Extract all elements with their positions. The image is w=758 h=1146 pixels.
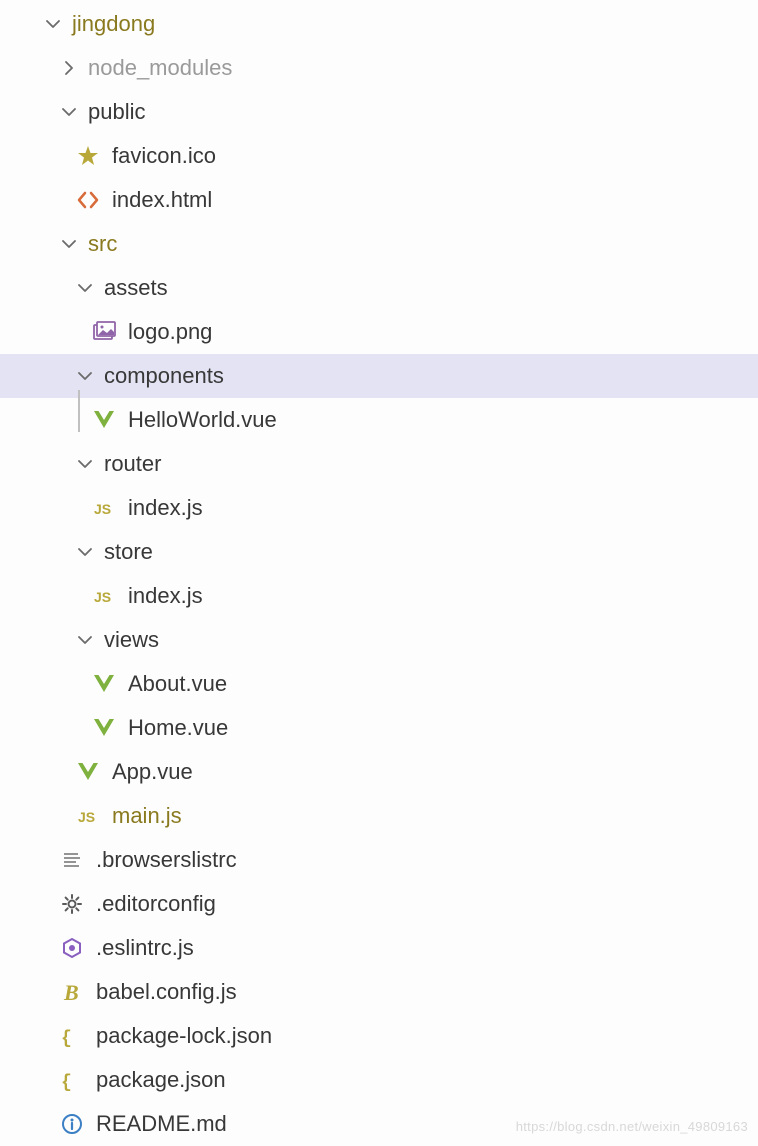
vue-icon xyxy=(76,760,100,784)
tree-folder-views[interactable]: views xyxy=(0,618,758,662)
tree-file-eslintrc[interactable]: .eslintrc.js xyxy=(0,926,758,970)
vue-icon xyxy=(92,408,116,432)
file-label: babel.config.js xyxy=(96,979,237,1005)
folder-label: components xyxy=(104,363,224,389)
tree-folder-assets[interactable]: assets xyxy=(0,266,758,310)
file-label: favicon.ico xyxy=(112,143,216,169)
tree-file-app-vue[interactable]: App.vue xyxy=(0,750,758,794)
tree-file-store-index[interactable]: index.js xyxy=(0,574,758,618)
watermark-text: https://blog.csdn.net/weixin_49809163 xyxy=(516,1119,748,1134)
hex-icon xyxy=(60,936,84,960)
file-label: .eslintrc.js xyxy=(96,935,194,961)
braces-icon xyxy=(60,1068,84,1092)
file-label: .editorconfig xyxy=(96,891,216,917)
tree-file-home-vue[interactable]: Home.vue xyxy=(0,706,758,750)
folder-label: public xyxy=(88,99,145,125)
folder-label: src xyxy=(88,231,117,257)
babel-icon xyxy=(60,980,84,1004)
tree-file-package-lock[interactable]: package-lock.json xyxy=(0,1014,758,1058)
tree-folder-root[interactable]: jingdong xyxy=(0,2,758,46)
braces-icon xyxy=(60,1024,84,1048)
file-label: HelloWorld.vue xyxy=(128,407,277,433)
vue-icon xyxy=(92,672,116,696)
chevron-down-icon xyxy=(76,279,94,297)
chevron-down-icon xyxy=(76,367,94,385)
file-label: index.js xyxy=(128,583,203,609)
folder-label: assets xyxy=(104,275,168,301)
tree-file-helloworld-vue[interactable]: HelloWorld.vue xyxy=(0,398,758,442)
js-icon xyxy=(92,584,116,608)
chevron-down-icon xyxy=(60,103,78,121)
gear-icon xyxy=(60,892,84,916)
folder-label: jingdong xyxy=(72,11,155,37)
vue-icon xyxy=(92,716,116,740)
tree-folder-components[interactable]: components xyxy=(0,354,758,398)
tree-folder-store[interactable]: store xyxy=(0,530,758,574)
tree-file-package-json[interactable]: package.json xyxy=(0,1058,758,1102)
tree-file-favicon[interactable]: favicon.ico xyxy=(0,134,758,178)
tree-file-babel-config[interactable]: babel.config.js xyxy=(0,970,758,1014)
file-tree: jingdong node_modules public favicon.ico… xyxy=(0,0,758,1146)
file-label: .browserslistrc xyxy=(96,847,237,873)
file-label: logo.png xyxy=(128,319,212,345)
folder-label: store xyxy=(104,539,153,565)
tree-file-index-html[interactable]: index.html xyxy=(0,178,758,222)
file-label: package.json xyxy=(96,1067,226,1093)
file-label: package-lock.json xyxy=(96,1023,272,1049)
tree-folder-src[interactable]: src xyxy=(0,222,758,266)
folder-label: router xyxy=(104,451,161,477)
js-icon xyxy=(92,496,116,520)
chevron-right-icon xyxy=(60,59,78,77)
image-icon xyxy=(92,320,116,344)
file-label: Home.vue xyxy=(128,715,228,741)
tree-guide-line xyxy=(78,390,80,432)
tree-folder-router[interactable]: router xyxy=(0,442,758,486)
file-label: README.md xyxy=(96,1111,227,1137)
file-label: index.html xyxy=(112,187,212,213)
chevron-down-icon xyxy=(76,631,94,649)
file-label: About.vue xyxy=(128,671,227,697)
tree-folder-public[interactable]: public xyxy=(0,90,758,134)
code-icon xyxy=(76,188,100,212)
tree-file-main-js[interactable]: main.js xyxy=(0,794,758,838)
tree-file-logo-png[interactable]: logo.png xyxy=(0,310,758,354)
file-label: main.js xyxy=(112,803,182,829)
folder-label: views xyxy=(104,627,159,653)
chevron-down-icon xyxy=(60,235,78,253)
lines-icon xyxy=(60,848,84,872)
chevron-down-icon xyxy=(76,455,94,473)
tree-file-browserslistrc[interactable]: .browserslistrc xyxy=(0,838,758,882)
js-icon xyxy=(76,804,100,828)
file-label: App.vue xyxy=(112,759,193,785)
chevron-down-icon xyxy=(76,543,94,561)
tree-file-editorconfig[interactable]: .editorconfig xyxy=(0,882,758,926)
chevron-down-icon xyxy=(44,15,62,33)
info-icon xyxy=(60,1112,84,1136)
tree-folder-node-modules[interactable]: node_modules xyxy=(0,46,758,90)
star-icon xyxy=(76,144,100,168)
file-label: index.js xyxy=(128,495,203,521)
folder-label: node_modules xyxy=(88,55,232,81)
tree-file-about-vue[interactable]: About.vue xyxy=(0,662,758,706)
tree-file-router-index[interactable]: index.js xyxy=(0,486,758,530)
